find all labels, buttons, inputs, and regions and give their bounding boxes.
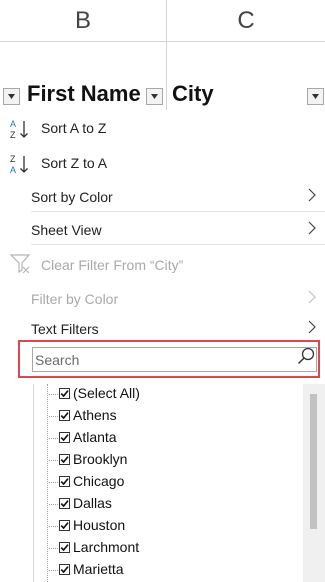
column-header-c[interactable]: C	[167, 0, 325, 42]
checkbox[interactable]	[59, 520, 70, 531]
chevron-right-icon	[308, 290, 316, 304]
search-icon[interactable]	[297, 347, 315, 365]
sort-z-to-a-label: Sort Z to A	[41, 155, 108, 171]
tree-connector	[49, 526, 58, 527]
sort-a-to-z[interactable]: A Z Sort A to Z	[0, 113, 325, 143]
checkbox[interactable]	[59, 432, 70, 443]
checkbox[interactable]	[59, 564, 70, 575]
list-item-label: Brooklyn	[73, 451, 128, 467]
dropdown-arrow-icon	[8, 94, 15, 99]
search-highlight-box	[18, 340, 320, 378]
column-header-c-label: C	[237, 6, 255, 34]
tree-connector	[49, 570, 58, 571]
clear-filter-label: Clear Filter From “City”	[41, 257, 184, 273]
first-name-header: First Name	[27, 81, 141, 106]
chevron-right-icon	[308, 320, 316, 334]
checkbox[interactable]	[59, 476, 70, 487]
menu-separator	[31, 244, 325, 245]
checkmark-icon	[60, 500, 69, 508]
filter-menu: A Z Sort A to Z Z A Sort Z to A Sort by …	[0, 110, 325, 582]
text-filters-label: Text Filters	[31, 321, 99, 337]
city-filter-button[interactable]	[307, 88, 324, 105]
list-item-label: Atlanta	[73, 429, 117, 445]
sort-descending-icon: Z A	[10, 154, 28, 175]
tree-connector	[49, 548, 58, 549]
checkbox[interactable]	[59, 542, 70, 553]
list-item-label: Houston	[73, 517, 126, 533]
list-item-label: (Select All)	[73, 385, 140, 401]
checkbox[interactable]	[59, 388, 70, 399]
clear-filter[interactable]: Clear Filter From “City”	[0, 250, 325, 280]
column-header-b[interactable]: B	[0, 0, 167, 42]
list-scrollbar[interactable]	[303, 384, 325, 582]
sort-by-color-label: Sort by Color	[31, 189, 113, 205]
list-item-label: Larchmont	[73, 539, 140, 555]
checkmark-icon	[60, 544, 69, 552]
column-header-b-label: B	[74, 6, 91, 34]
sort-by-color[interactable]: Sort by Color	[0, 182, 325, 212]
sort-az-top-letter: A	[10, 119, 16, 129]
chevron-right-icon	[308, 188, 316, 202]
sort-z-to-a[interactable]: Z A Sort Z to A	[0, 148, 325, 178]
checkmark-icon	[60, 566, 69, 574]
tree-connector	[49, 482, 58, 483]
list-item-label: Marietta	[73, 561, 124, 577]
clear-filter-icon	[10, 254, 31, 274]
list-item-label: Dallas	[73, 495, 112, 511]
list-item-label: Chicago	[73, 473, 125, 489]
checkbox[interactable]	[59, 454, 70, 465]
tree-connector	[49, 394, 58, 395]
sort-za-bottom-letter: A	[10, 165, 16, 175]
scrollbar-thumb[interactable]	[310, 394, 317, 529]
search-input[interactable]	[32, 347, 317, 372]
city-filter-button-b[interactable]	[146, 88, 163, 105]
sort-a-to-z-label: Sort A to Z	[41, 120, 107, 136]
city-header: City	[172, 81, 214, 106]
filter-by-color-label: Filter by Color	[31, 291, 119, 307]
checkmark-icon	[60, 478, 69, 486]
chevron-right-icon	[308, 221, 316, 235]
checkmark-icon	[60, 390, 69, 398]
filter-by-color[interactable]: Filter by Color	[0, 284, 325, 314]
dropdown-arrow-icon	[312, 94, 319, 99]
dropdown-arrow-icon	[151, 94, 158, 99]
tree-connector	[49, 504, 58, 505]
checkbox[interactable]	[59, 498, 70, 509]
tree-connector	[49, 438, 58, 439]
sort-az-bottom-letter: Z	[10, 130, 16, 140]
checkmark-icon	[60, 456, 69, 464]
checkmark-icon	[60, 412, 69, 420]
tree-line	[47, 384, 48, 582]
sheet-view-label: Sheet View	[31, 222, 102, 238]
sheet-view[interactable]: Sheet View	[0, 215, 325, 245]
value-list: (Select All) Athens Atlanta Brooklyn Chicago…	[33, 384, 325, 582]
sort-za-top-letter: Z	[10, 154, 16, 164]
checkmark-icon	[60, 522, 69, 530]
first-name-filter-button[interactable]	[3, 88, 20, 105]
checkbox[interactable]	[59, 410, 70, 421]
checkmark-icon	[60, 434, 69, 442]
tree-connector	[49, 460, 58, 461]
menu-separator	[31, 211, 325, 212]
sort-ascending-icon: A Z	[10, 119, 28, 140]
tree-connector	[49, 416, 58, 417]
list-item-label: Athens	[73, 407, 117, 423]
